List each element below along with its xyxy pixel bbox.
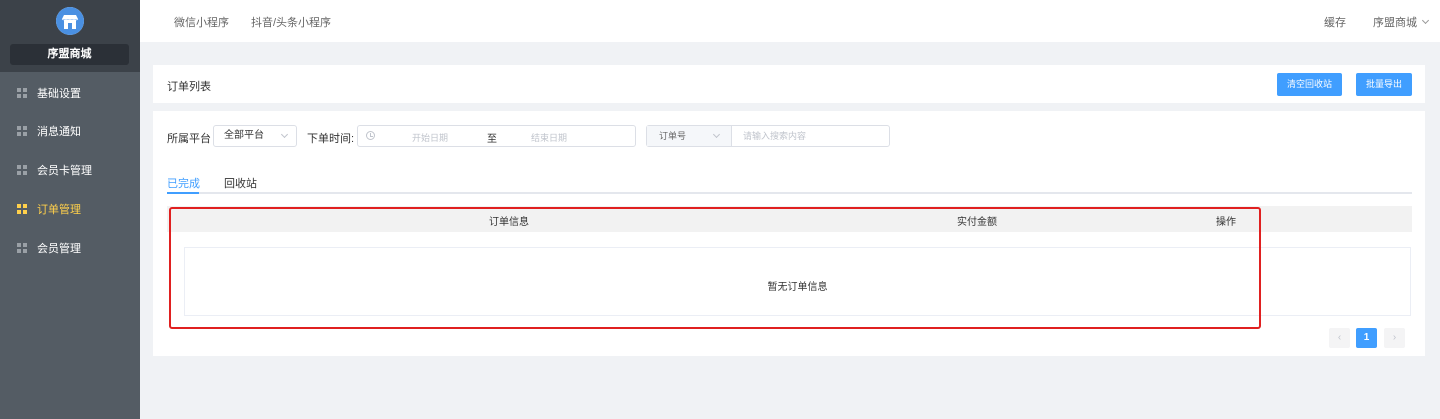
chevron-down-icon	[1421, 16, 1430, 25]
clock-icon	[366, 131, 375, 140]
sidebar-item-label: 基础设置	[37, 88, 81, 100]
batch-export-button[interactable]: 批量导出	[1356, 73, 1412, 96]
column-order-info: 订单信息	[489, 217, 529, 228]
order-tabs: 已完成 回收站	[167, 175, 1412, 194]
sidebar-item-label: 会员卡管理	[37, 165, 92, 177]
grid-icon	[17, 165, 27, 175]
grid-icon	[17, 126, 27, 136]
search-input[interactable]	[733, 126, 889, 146]
table-header: 订单信息 实付金额 操作	[167, 206, 1412, 232]
logo-area: 序盟商城	[0, 0, 140, 72]
sidebar-item-notifications[interactable]: 消息通知	[0, 112, 140, 150]
grid-icon	[17, 204, 27, 214]
sidebar-item-label: 订单管理	[37, 204, 81, 216]
search-group: 订单号	[646, 125, 890, 147]
search-field-value: 订单号	[659, 131, 687, 141]
start-date-input[interactable]: 开始日期	[412, 131, 448, 144]
sidebar-item-basic-settings[interactable]: 基础设置	[0, 74, 140, 112]
search-field-select[interactable]: 订单号	[647, 126, 732, 146]
order-time-label: 下单时间:	[307, 133, 355, 145]
store-dropdown-label: 序盟商城	[1373, 17, 1417, 29]
page-title: 订单列表	[167, 81, 211, 93]
end-date-input[interactable]: 结束日期	[531, 131, 567, 144]
empty-state-text: 暂无订单信息	[767, 282, 828, 293]
platform-label: 所属平台	[167, 133, 211, 145]
platform-select-value: 全部平台	[224, 130, 264, 141]
column-paid-amount: 实付金额	[957, 217, 997, 228]
main-panel: 所属平台 全部平台 下单时间: 开始日期 至 结束日期 订单号 已完成 回收站 …	[153, 111, 1425, 356]
range-separator: 至	[487, 134, 497, 145]
active-tab-indicator	[167, 192, 199, 194]
chevron-down-icon	[712, 130, 721, 139]
store-name: 序盟商城	[10, 44, 129, 65]
clear-recycle-button[interactable]: 清空回收站	[1277, 73, 1342, 96]
page-1-button[interactable]: 1	[1356, 328, 1377, 348]
chevron-down-icon	[280, 130, 289, 139]
tab-wechat-miniprogram[interactable]: 微信小程序	[174, 14, 229, 30]
header-panel: 订单列表 清空回收站 批量导出	[153, 65, 1425, 103]
date-range-picker[interactable]: 开始日期 至 结束日期	[357, 125, 636, 147]
grid-icon	[17, 88, 27, 98]
sidebar-item-label: 会员管理	[37, 243, 81, 255]
store-logo-icon	[56, 7, 84, 35]
top-bar: 微信小程序 抖音/头条小程序 缓存 序盟商城	[140, 0, 1440, 42]
platform-select[interactable]: 全部平台	[213, 125, 297, 147]
sidebar-item-label: 消息通知	[37, 126, 81, 138]
sidebar-item-members[interactable]: 会员管理	[0, 229, 140, 267]
tab-douyin-miniprogram[interactable]: 抖音/头条小程序	[251, 14, 331, 30]
cache-link[interactable]: 缓存	[1324, 14, 1346, 30]
tab-recycle-bin[interactable]: 回收站	[224, 175, 257, 191]
empty-state: 暂无订单信息	[184, 247, 1411, 316]
prev-page-button[interactable]: ‹	[1329, 328, 1350, 348]
sidebar: 序盟商城 基础设置 消息通知 会员卡管理 订单管理 会员管理	[0, 0, 140, 419]
column-actions: 操作	[1216, 217, 1236, 228]
sidebar-item-orders[interactable]: 订单管理	[0, 190, 140, 228]
tab-completed[interactable]: 已完成	[167, 175, 200, 191]
sidebar-item-member-cards[interactable]: 会员卡管理	[0, 151, 140, 189]
grid-icon	[17, 243, 27, 253]
store-dropdown[interactable]: 序盟商城	[1373, 14, 1430, 30]
next-page-button[interactable]: ›	[1384, 328, 1405, 348]
